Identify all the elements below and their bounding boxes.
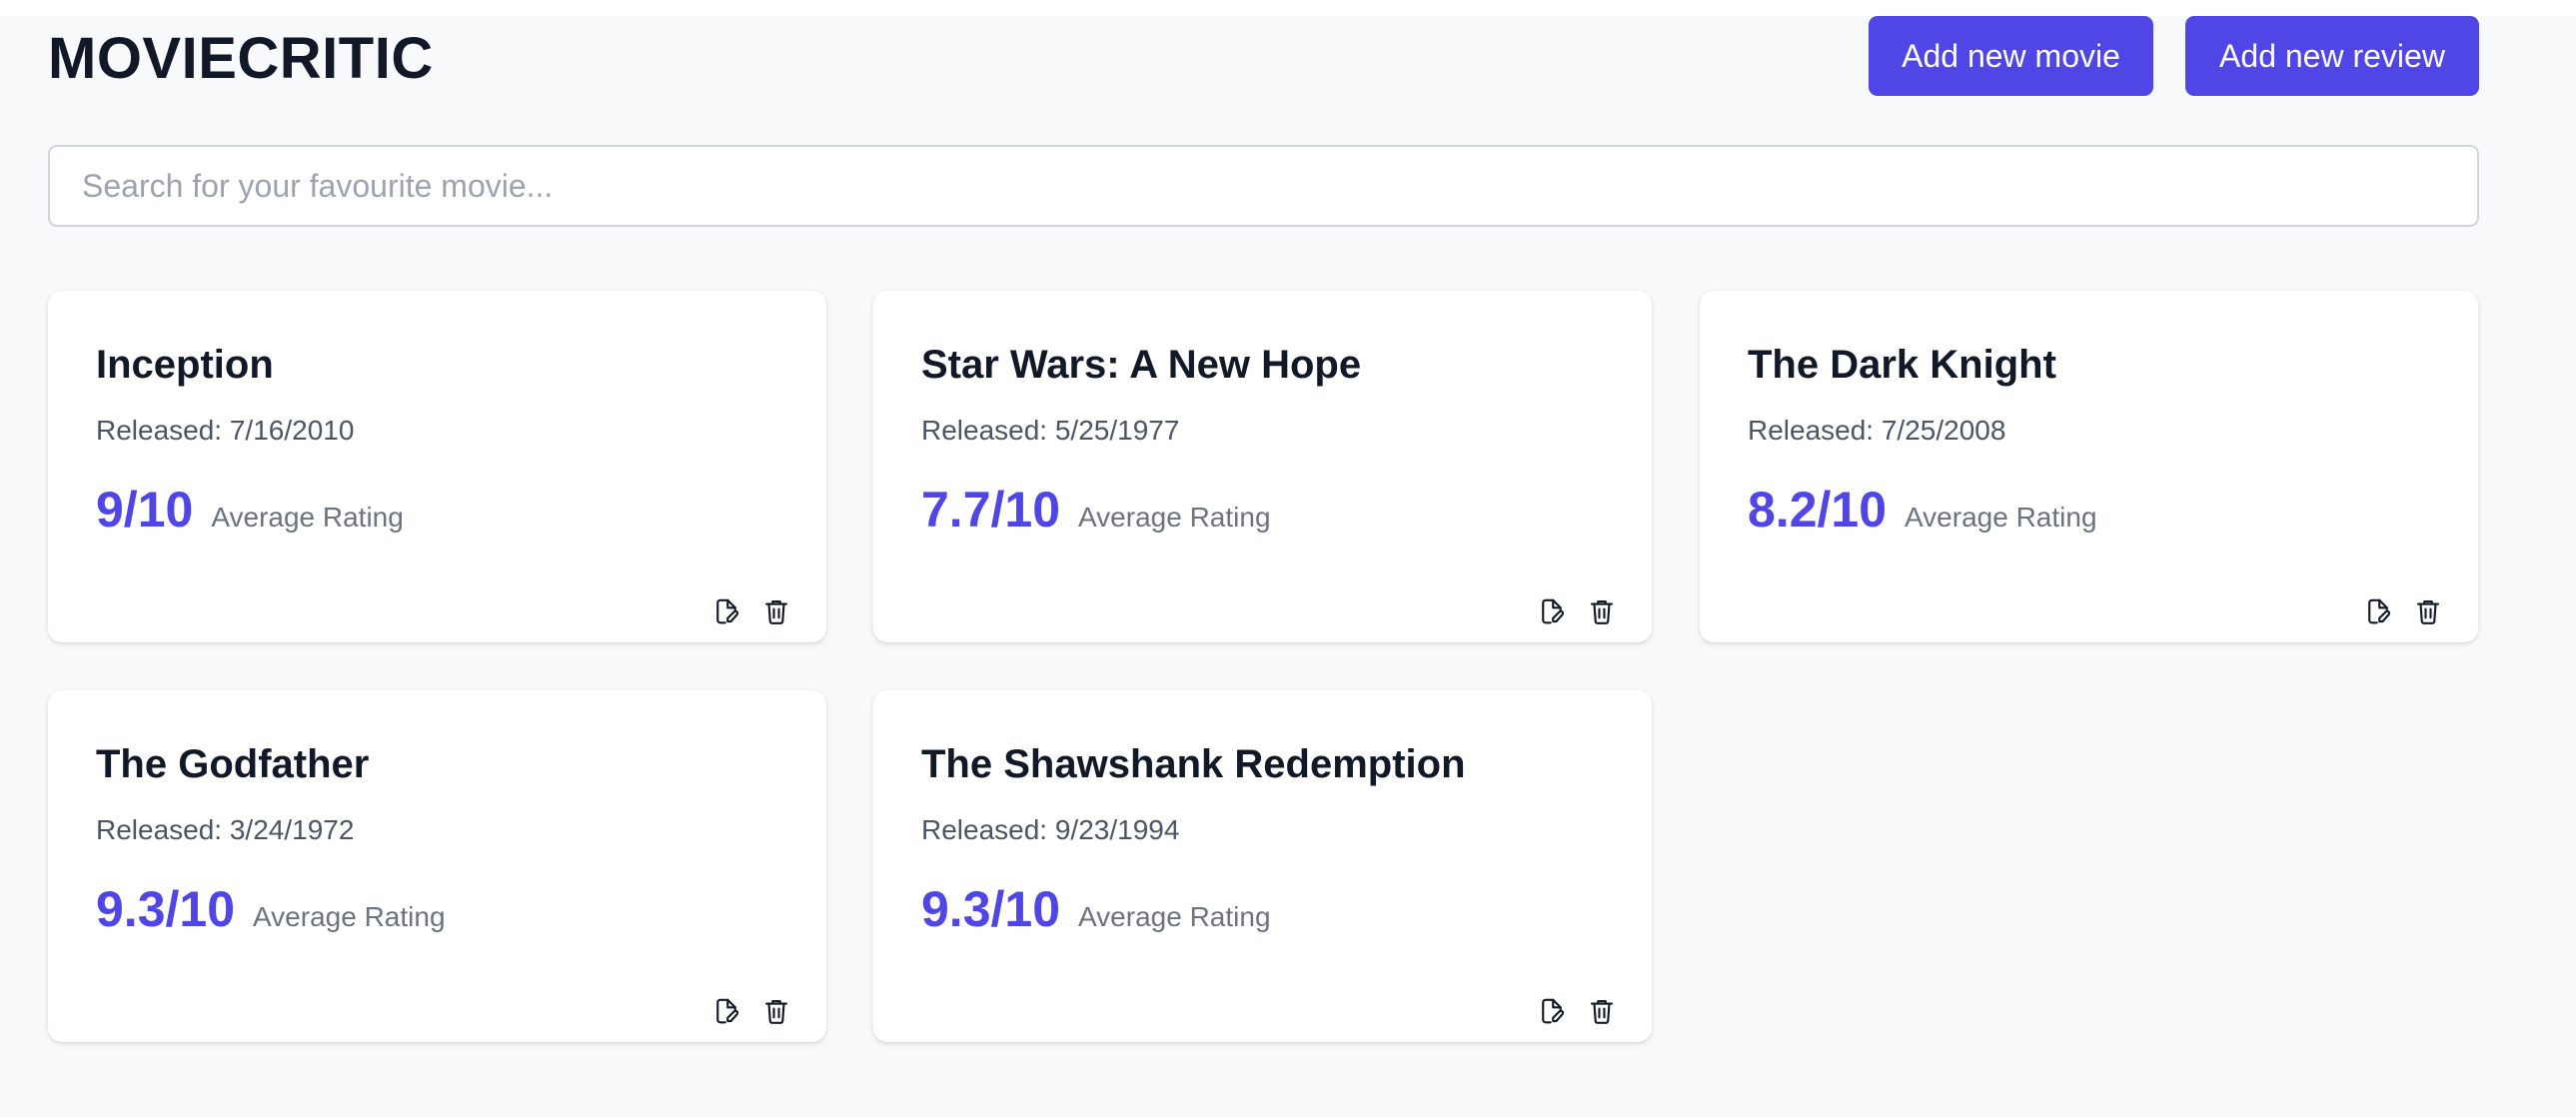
edit-icon[interactable] <box>2361 594 2395 628</box>
release-date: Released: 7/25/2008 <box>1748 415 2006 446</box>
movie-card: The Godfather Released: 3/24/1972 9.3/10… <box>48 690 826 1042</box>
rating: 9.3/10 Average Rating <box>96 880 446 938</box>
trash-icon[interactable] <box>1585 594 1619 628</box>
release-date: Released: 3/24/1972 <box>96 814 355 845</box>
rating-label: Average Rating <box>211 502 404 533</box>
search-input[interactable] <box>48 145 2479 227</box>
release-date: Released: 5/25/1977 <box>921 415 1180 446</box>
page: MOVIECRITIC Add new movie Add new review… <box>0 16 2576 1117</box>
rating-label: Average Rating <box>1078 901 1271 932</box>
card-actions <box>1535 994 1619 1028</box>
add-new-review-button[interactable]: Add new review <box>2185 16 2479 96</box>
card-actions <box>709 994 793 1028</box>
edit-icon[interactable] <box>1535 994 1569 1028</box>
movie-title: Inception <box>96 343 274 387</box>
trash-icon[interactable] <box>2411 594 2445 628</box>
release-date: Released: 9/23/1994 <box>921 814 1180 845</box>
edit-icon[interactable] <box>709 594 743 628</box>
movie-card: The Dark Knight Released: 7/25/2008 8.2/… <box>1700 291 2478 642</box>
movie-title: Star Wars: A New Hope <box>921 343 1362 387</box>
rating: 8.2/10 Average Rating <box>1748 481 2097 539</box>
add-new-movie-button[interactable]: Add new movie <box>1869 16 2153 96</box>
rating-label: Average Rating <box>1078 502 1271 533</box>
trash-icon[interactable] <box>759 994 793 1028</box>
app-title: MOVIECRITIC <box>48 26 434 91</box>
card-actions <box>1535 594 1619 628</box>
movie-title: The Dark Knight <box>1748 343 2056 387</box>
edit-icon[interactable] <box>1535 594 1569 628</box>
rating-value: 9.3/10 <box>921 881 1061 937</box>
trash-icon[interactable] <box>759 594 793 628</box>
card-actions <box>2361 594 2445 628</box>
trash-icon[interactable] <box>1585 994 1619 1028</box>
rating: 9/10 Average Rating <box>96 481 404 539</box>
rating-label: Average Rating <box>253 901 446 932</box>
rating-label: Average Rating <box>1905 502 2097 533</box>
movie-card: Star Wars: A New Hope Released: 5/25/197… <box>873 291 1652 642</box>
rating: 7.7/10 Average Rating <box>921 481 1271 539</box>
edit-icon[interactable] <box>709 994 743 1028</box>
movie-title: The Godfather <box>96 742 370 786</box>
rating-value: 8.2/10 <box>1748 482 1888 538</box>
rating: 9.3/10 Average Rating <box>921 880 1271 938</box>
header: MOVIECRITIC Add new movie Add new review <box>48 16 2479 96</box>
release-date: Released: 7/16/2010 <box>96 415 355 446</box>
rating-value: 9.3/10 <box>96 881 236 937</box>
card-actions <box>709 594 793 628</box>
rating-value: 7.7/10 <box>921 482 1061 538</box>
rating-value: 9/10 <box>96 482 194 538</box>
movie-title: The Shawshank Redemption <box>921 742 1466 786</box>
movie-card: Inception Released: 7/16/2010 9/10 Avera… <box>48 291 826 642</box>
movie-card: The Shawshank Redemption Released: 9/23/… <box>873 690 1652 1042</box>
